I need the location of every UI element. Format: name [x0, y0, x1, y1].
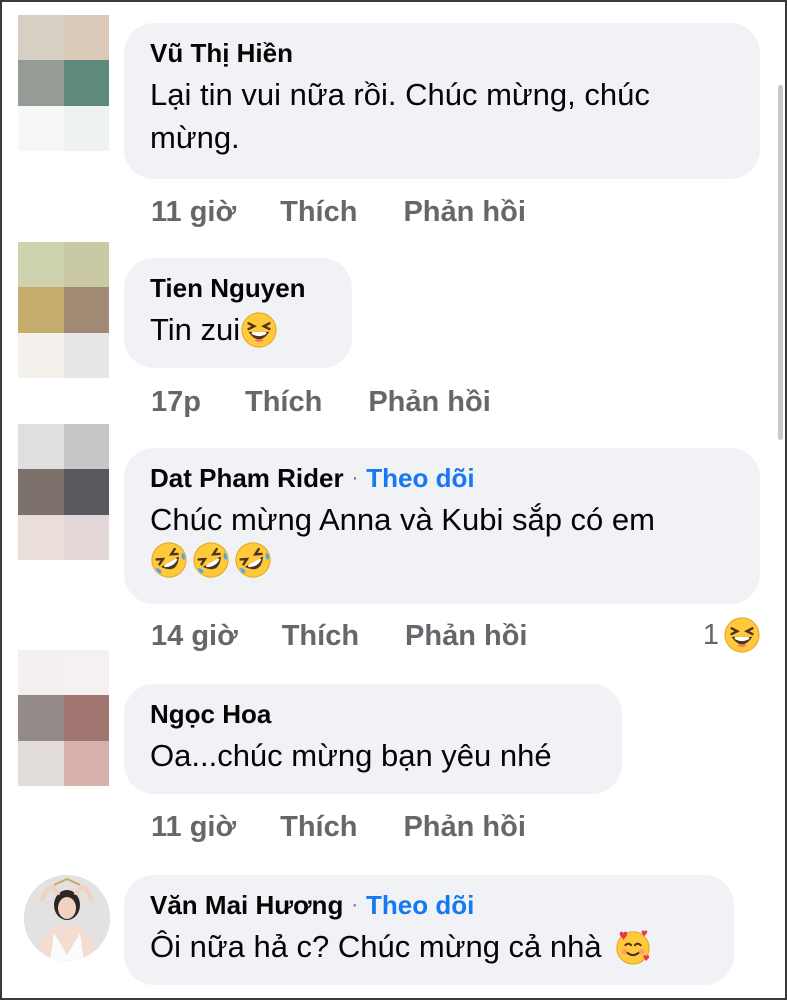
- comment-time[interactable]: 11 giờ: [151, 196, 236, 229]
- separator-dot: ·: [351, 467, 359, 489]
- avatar-pixel: [18, 469, 64, 515]
- avatar-pixel: [63, 740, 109, 786]
- reply-button[interactable]: Phản hồi: [405, 620, 527, 653]
- emoji-row: [150, 541, 734, 581]
- like-button[interactable]: Thích: [282, 620, 359, 653]
- avatar-pixel: [63, 469, 109, 515]
- laughing-emoji-icon: [240, 311, 278, 349]
- like-button[interactable]: Thích: [280, 811, 357, 844]
- avatar-pixel: [18, 60, 64, 106]
- avatar-pixel: [18, 514, 64, 560]
- avatar-pixel: [63, 60, 109, 106]
- comment-bubble: Dat Pham Rider · Theo dõi Chúc mừng Anna…: [124, 448, 760, 604]
- laughing-emoji-icon: [723, 616, 761, 654]
- avatar[interactable]: [18, 15, 109, 151]
- reaction-summary[interactable]: 1: [703, 616, 761, 654]
- avatar-pixel: [63, 242, 109, 288]
- rofl-emoji-icon: [150, 541, 188, 579]
- avatar-pixel: [18, 242, 64, 288]
- follow-link[interactable]: Theo dõi: [366, 462, 474, 494]
- comment-text: Lại tin vui nữa rồi. Chúc mừng, chúc mừn…: [150, 77, 650, 155]
- comment-actions: 17p Thích Phản hồi: [151, 386, 491, 419]
- avatar-pixel: [63, 105, 109, 151]
- comment-bubble: Ngọc Hoa Oa...chúc mừng bạn yêu nhé: [124, 684, 622, 794]
- author-name[interactable]: Dat Pham Rider: [150, 462, 344, 494]
- comment-text-line: Tin zui: [150, 308, 326, 351]
- avatar-pixel: [18, 424, 64, 470]
- follow-link[interactable]: Theo dõi: [366, 889, 474, 921]
- comment-bubble: Vũ Thị Hiền Lại tin vui nữa rồi. Chúc mừ…: [124, 23, 760, 179]
- comment-time[interactable]: 14 giờ: [151, 620, 238, 653]
- like-button[interactable]: Thích: [245, 386, 322, 419]
- author-name[interactable]: Văn Mai Hương: [150, 889, 343, 921]
- reply-button[interactable]: Phản hồi: [403, 196, 525, 229]
- separator-dot: ·: [351, 894, 358, 916]
- avatar-pixel: [63, 15, 109, 61]
- avatar-pixel: [18, 287, 64, 333]
- author-name[interactable]: Ngọc Hoa: [150, 698, 271, 730]
- avatar[interactable]: [18, 242, 109, 378]
- rofl-emoji-icon: [234, 541, 272, 579]
- author-name[interactable]: Vũ Thị Hiền: [150, 37, 293, 69]
- avatar-pixel: [63, 695, 109, 741]
- comment-text-line: Ôi nữa hả c? Chúc mừng cả nhà: [150, 925, 708, 968]
- scrollbar[interactable]: [778, 85, 783, 440]
- reaction-count: 1: [702, 618, 719, 651]
- avatar-pixel: [63, 287, 109, 333]
- avatar-pixel: [18, 15, 64, 61]
- avatar-pixel: [18, 695, 64, 741]
- comment-text: Tin zui: [150, 312, 241, 347]
- comment-bubble: Tien Nguyen Tin zui: [124, 258, 352, 368]
- reply-button[interactable]: Phản hồi: [403, 811, 525, 844]
- like-button[interactable]: Thích: [280, 196, 357, 229]
- avatar-pixel: [18, 105, 64, 151]
- reply-button[interactable]: Phản hồi: [368, 386, 490, 419]
- profile-photo-icon: [24, 875, 110, 961]
- avatar[interactable]: [24, 875, 110, 961]
- avatar-pixel: [63, 424, 109, 470]
- comment-actions: 11 giờ Thích Phản hồi: [151, 196, 526, 229]
- avatar-pixel: [63, 332, 109, 378]
- smiling-hearts-emoji-icon: [614, 928, 652, 966]
- author-name[interactable]: Tien Nguyen: [150, 272, 306, 304]
- rofl-emoji-icon: [192, 541, 230, 579]
- avatar-pixel: [63, 514, 109, 560]
- comment-time[interactable]: 17p: [151, 386, 201, 419]
- avatar-pixel: [18, 650, 64, 696]
- avatar-pixel: [63, 650, 109, 696]
- comment-text: Chúc mừng Anna và Kubi sắp có em: [150, 502, 655, 537]
- comment-bubble: Văn Mai Hương · Theo dõi Ôi nữa hả c? Ch…: [124, 875, 734, 985]
- comment-text: Ôi nữa hả c? Chúc mừng cả nhà: [150, 929, 602, 964]
- avatar-pixel: [18, 740, 64, 786]
- avatar-pixel: [18, 332, 64, 378]
- comment-text: Oa...chúc mừng bạn yêu nhé: [150, 738, 552, 773]
- comment-actions: 11 giờ Thích Phản hồi: [151, 811, 526, 844]
- avatar[interactable]: [18, 650, 109, 786]
- avatar[interactable]: [18, 424, 109, 560]
- comment-actions: 14 giờ Thích Phản hồi: [151, 620, 528, 653]
- comment-time[interactable]: 11 giờ: [151, 811, 236, 844]
